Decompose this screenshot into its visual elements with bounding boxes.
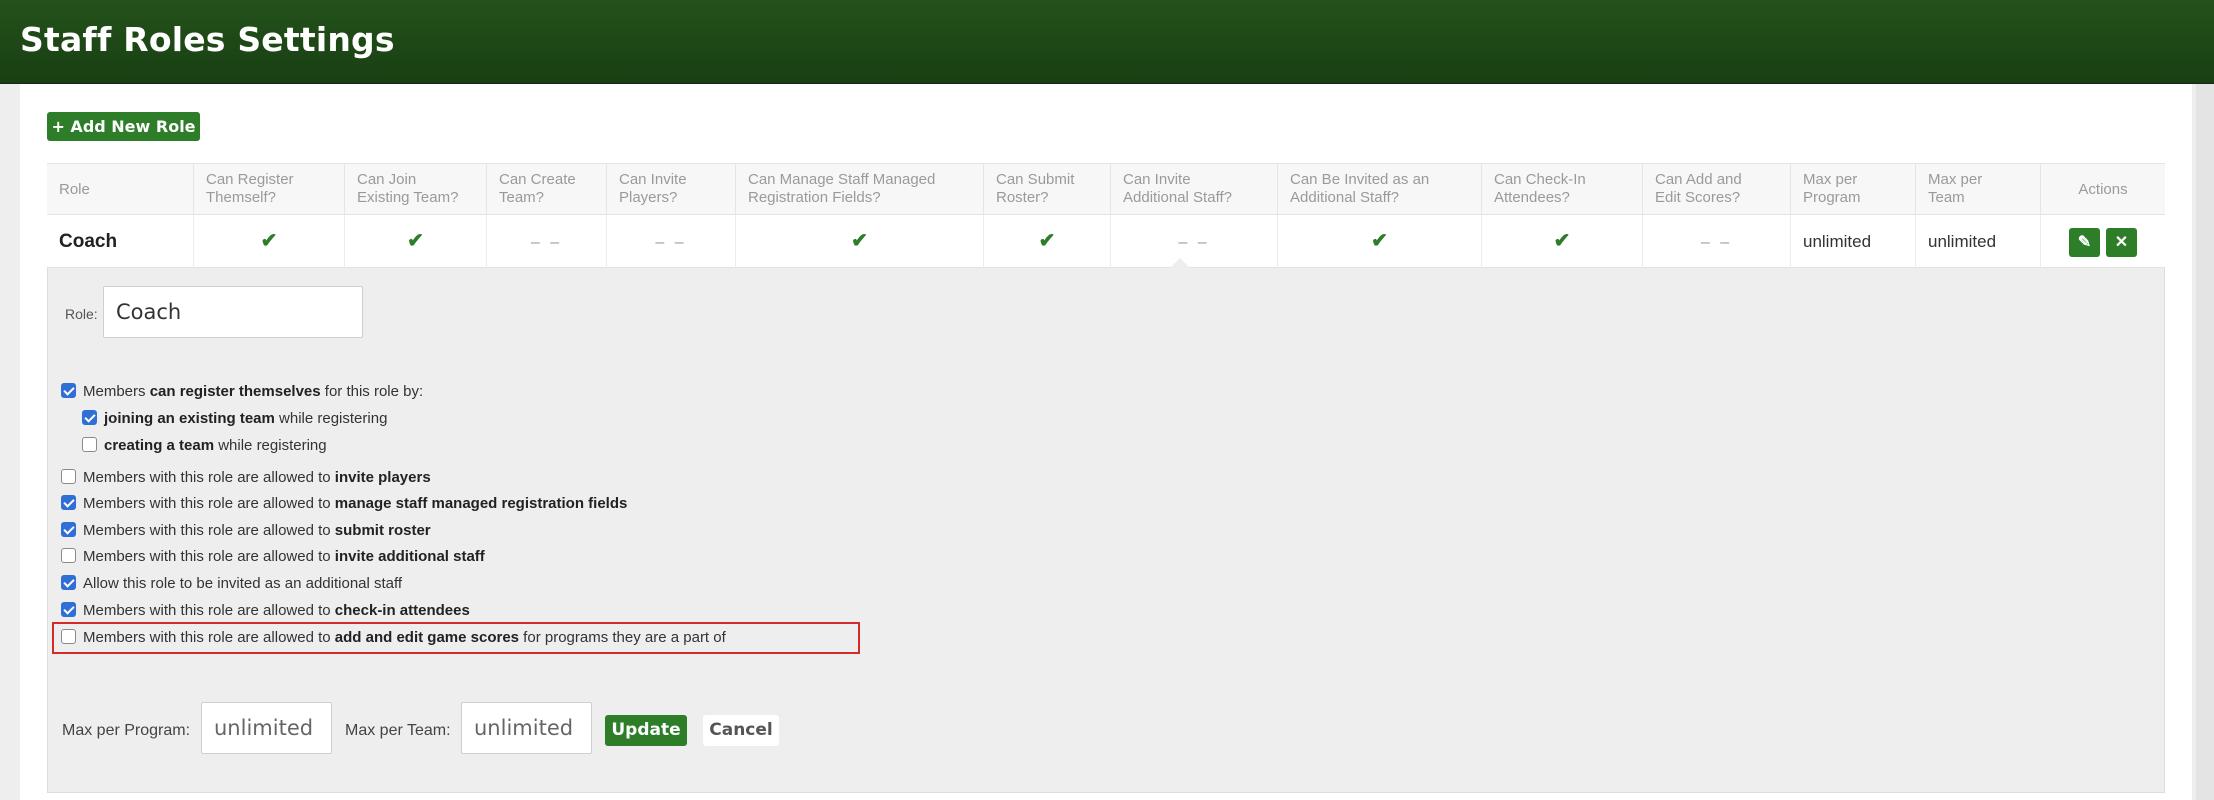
- option-text-pre: Members with this role are allowed to: [83, 469, 335, 486]
- option-join-existing-team: joining an existing team while registeri…: [82, 408, 387, 430]
- column-header-can-join-existing-team: Can Join Existing Team?: [345, 164, 487, 216]
- cell-max-per-program: unlimited: [1791, 215, 1916, 268]
- option-submit-roster: Members with this role are allowed to su…: [61, 520, 431, 542]
- check-icon: ✔: [851, 230, 868, 252]
- max-per-program-label: Max per Program:: [62, 722, 191, 739]
- table-header-row: Role Can Register Themself? Can Join Exist…: [47, 163, 2165, 216]
- empty-dash: – –: [1178, 234, 1210, 251]
- column-header-can-be-invited-as-staff: Can Be Invited as an Additional Staff?: [1278, 164, 1482, 216]
- column-header-can-submit-roster: Can Submit Roster?: [984, 164, 1111, 216]
- option-text-bold: invite additional staff: [334, 548, 485, 565]
- role-field-label: Role:: [65, 306, 98, 322]
- option-invite-additional-staff: Members with this role are allowed to in…: [61, 546, 485, 568]
- delete-role-button[interactable]: ✕: [2106, 228, 2137, 258]
- checkbox[interactable]: [82, 437, 97, 452]
- cell-actions: ✎ ✕: [2041, 215, 2165, 268]
- option-text-bold: invite players: [334, 469, 431, 486]
- check-icon: ✔: [1553, 230, 1571, 252]
- check-icon: ✔: [260, 230, 278, 252]
- pencil-icon: ✎: [2077, 234, 2092, 252]
- option-text-pre: Members with this role are allowed to: [83, 522, 335, 539]
- empty-dash: – –: [1700, 234, 1733, 251]
- close-icon: ✕: [2114, 234, 2129, 252]
- option-text-pre: Members with this role are allowed to: [83, 495, 335, 512]
- column-header-role: Role: [47, 164, 194, 216]
- scrollbar[interactable]: [2196, 84, 2214, 800]
- option-invited-as-staff: Allow this role to be invited as an addi…: [61, 573, 402, 595]
- roles-table: Role Can Register Themself? Can Join Exist…: [47, 163, 2165, 268]
- column-header-actions: Actions: [2078, 181, 2128, 198]
- option-text-pre: Allow this role to be invited as an addi…: [83, 575, 403, 592]
- option-text-bold: check-in attendees: [334, 602, 470, 619]
- check-icon: ✔: [407, 230, 424, 252]
- page-title: Staff Roles Settings: [20, 20, 395, 59]
- option-manage-staff-fields: Members with this role are allowed to ma…: [61, 493, 627, 515]
- checkbox[interactable]: [61, 575, 76, 590]
- option-text-pre: Members: [83, 383, 150, 400]
- option-text-bold: submit roster: [334, 522, 431, 539]
- cell-can-be-invited-as-staff: ✔: [1278, 215, 1482, 268]
- column-header-can-manage-staff-fields: Can Manage Staff Managed Registration Fi…: [736, 164, 984, 216]
- option-invite-players: Members with this role are allowed to in…: [61, 467, 431, 489]
- check-icon: ✔: [1371, 230, 1388, 252]
- checkbox[interactable]: [61, 548, 76, 563]
- option-text-bold: joining an existing team: [104, 410, 275, 427]
- empty-dash: – –: [530, 234, 563, 251]
- checkbox[interactable]: [61, 495, 76, 510]
- role-name: Coach: [59, 231, 118, 252]
- update-button[interactable]: Update: [605, 715, 687, 746]
- column-header-can-add-edit-scores: Can Add and Edit Scores?: [1643, 164, 1791, 216]
- column-header-can-check-in-attendees: Can Check-In Attendees?: [1482, 164, 1643, 216]
- option-text-bold: creating a team: [104, 437, 215, 454]
- column-header-can-create-team: Can Create Team?: [487, 164, 607, 216]
- column-header-can-register-themself: Can Register Themself?: [194, 164, 345, 216]
- edit-role-button[interactable]: ✎: [2069, 228, 2100, 258]
- max-per-team-input[interactable]: unlimited: [461, 702, 592, 754]
- option-check-in-attendees: Members with this role are allowed to ch…: [61, 600, 470, 622]
- checkbox[interactable]: [61, 383, 76, 398]
- cell-can-add-edit-scores: – –: [1643, 215, 1791, 268]
- option-text-post: while registering: [274, 410, 388, 427]
- option-text-post: for this role by:: [320, 383, 424, 400]
- cell-can-invite-players: – –: [607, 215, 736, 268]
- option-text-pre: Members with this role are allowed to: [83, 548, 335, 565]
- checkbox[interactable]: [61, 602, 76, 617]
- max-per-team-label: Max per Team:: [345, 722, 451, 739]
- cell-role: Coach: [47, 215, 194, 268]
- cancel-button[interactable]: Cancel: [703, 715, 779, 746]
- max-per-program-input[interactable]: unlimited: [201, 702, 332, 754]
- role-name-input[interactable]: Coach: [103, 286, 363, 338]
- column-header-max-per-program: Max per Program: [1791, 164, 1916, 216]
- column-header-can-invite-players: Can Invite Players?: [607, 164, 736, 216]
- table-row: Coach ✔ ✔ – – – – ✔ ✔ – – ✔ ✔ – – unlimited unlimite…: [47, 215, 2165, 268]
- option-text-bold: can register themselves: [149, 383, 321, 400]
- checkbox[interactable]: [61, 469, 76, 484]
- checkbox[interactable]: [61, 522, 76, 537]
- cell-can-register-themself: ✔: [194, 215, 345, 268]
- cell-max-per-team: unlimited: [1916, 215, 2041, 268]
- column-header-max-per-team: Max per Team: [1916, 164, 2041, 216]
- cell-can-invite-additional-staff: – –: [1111, 215, 1278, 268]
- cell-can-submit-roster: ✔: [984, 215, 1111, 268]
- option-create-team: creating a team while registering: [82, 435, 327, 457]
- checkbox[interactable]: [82, 410, 97, 425]
- cell-can-join-existing-team: ✔: [345, 215, 487, 268]
- column-header-can-invite-additional-staff: Can Invite Additional Staff?: [1111, 164, 1278, 216]
- add-new-role-button[interactable]: + Add New Role: [47, 112, 200, 141]
- option-text-pre: Members with this role are allowed to: [83, 602, 335, 619]
- cell-can-check-in-attendees: ✔: [1482, 215, 1643, 268]
- cell-can-manage-staff-fields: ✔: [736, 215, 984, 268]
- cell-can-create-team: – –: [487, 215, 607, 268]
- edit-panel-pointer: [1170, 258, 1190, 268]
- option-register-themselves: Members can register themselves for this…: [61, 381, 423, 403]
- option-text-bold: manage staff managed registration fields: [334, 495, 628, 512]
- option-text-post: while registering: [214, 437, 327, 454]
- page-header: Staff Roles Settings: [0, 0, 2214, 84]
- check-icon: ✔: [1038, 230, 1056, 252]
- empty-dash: – –: [655, 234, 687, 251]
- highlight-box: [52, 622, 860, 654]
